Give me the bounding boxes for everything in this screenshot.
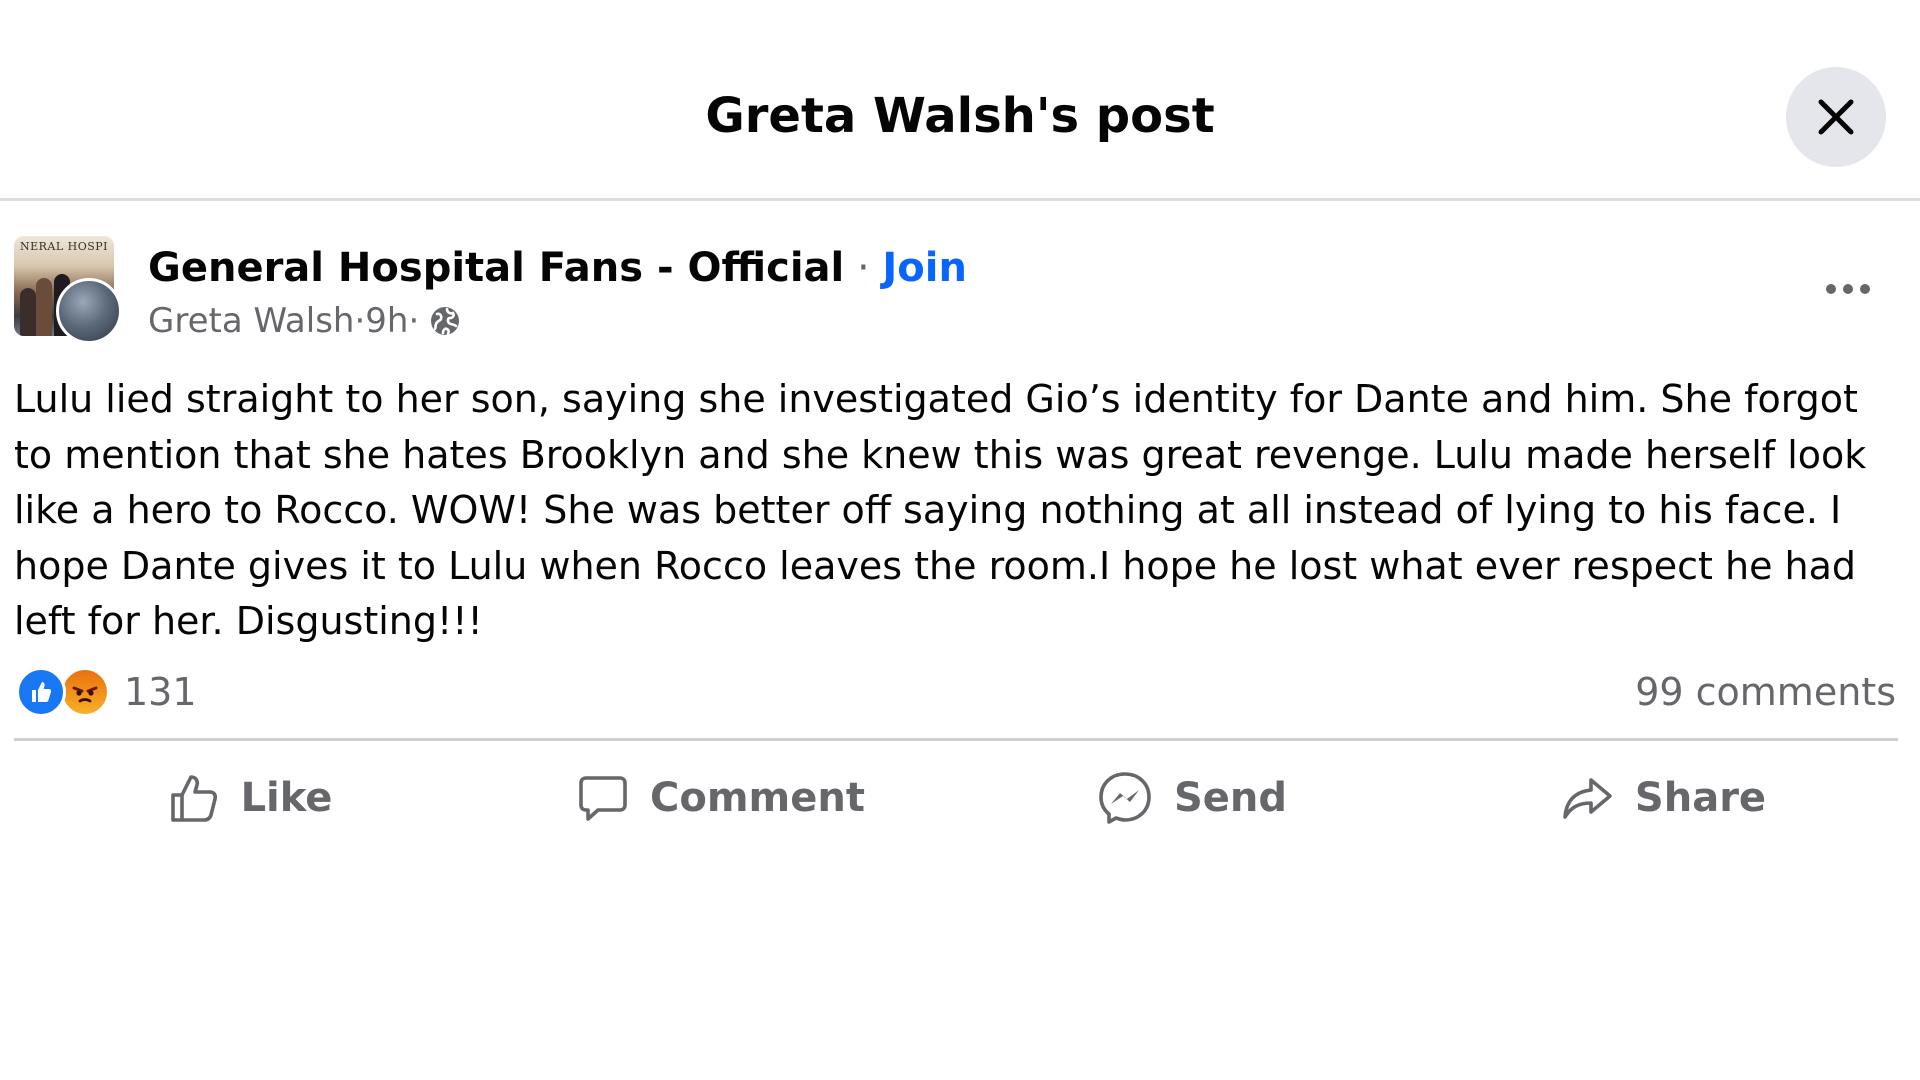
send-button[interactable]: Send (956, 752, 1427, 844)
post-actions-bar: Like Comment Send Share (14, 752, 1898, 844)
share-button[interactable]: Share (1427, 752, 1898, 844)
author-avatar[interactable] (56, 278, 122, 344)
messenger-icon (1099, 772, 1151, 824)
reactions-summary[interactable]: 131 (16, 666, 197, 718)
more-dot (1860, 284, 1870, 294)
dialog-header: Greta Walsh's post (0, 0, 1920, 201)
comment-bubble-icon (579, 776, 627, 821)
separator-dot: · (844, 245, 883, 291)
share-arrow-icon (1563, 778, 1612, 819)
like-button[interactable]: Like (14, 752, 485, 844)
like-label: Like (240, 775, 333, 821)
group-avatar-caption: NERAL HOSPI (19, 240, 109, 253)
close-icon (1818, 99, 1854, 135)
globe-icon (431, 307, 460, 336)
author-name-link[interactable]: Greta Walsh (148, 298, 354, 344)
comment-button[interactable]: Comment (485, 752, 956, 844)
actions-divider (14, 738, 1898, 741)
reaction-count: 131 (124, 670, 197, 714)
separator-dot: · (354, 301, 366, 341)
comment-label: Comment (650, 775, 865, 821)
dialog-title: Greta Walsh's post (705, 88, 1215, 144)
share-label: Share (1634, 775, 1767, 821)
angry-reaction-icon (60, 667, 110, 717)
group-name-link[interactable]: General Hospital Fans - Official (148, 245, 844, 291)
separator-dot: · (408, 301, 420, 341)
more-options-button[interactable] (1812, 266, 1884, 312)
like-reaction-icon (16, 667, 66, 717)
post-text: Lulu lied straight to her son, saying sh… (14, 377, 1879, 643)
post-meta: Greta Walsh · 9h · (148, 298, 461, 344)
post-time-link[interactable]: 9h (365, 298, 408, 344)
join-button[interactable]: Join (882, 245, 967, 291)
group-line: General Hospital Fans - Official · Join (148, 242, 967, 294)
more-dot (1826, 284, 1836, 294)
more-dot (1843, 284, 1853, 294)
thumbs-up-icon (170, 775, 217, 822)
post-header: NERAL HOSPI General Hospital Fans - Offi… (14, 236, 1904, 346)
comments-count-link[interactable]: 99 comments (1635, 666, 1896, 718)
send-label: Send (1173, 775, 1288, 821)
close-button[interactable] (1786, 67, 1886, 167)
avatar-stack: NERAL HOSPI (14, 236, 124, 346)
